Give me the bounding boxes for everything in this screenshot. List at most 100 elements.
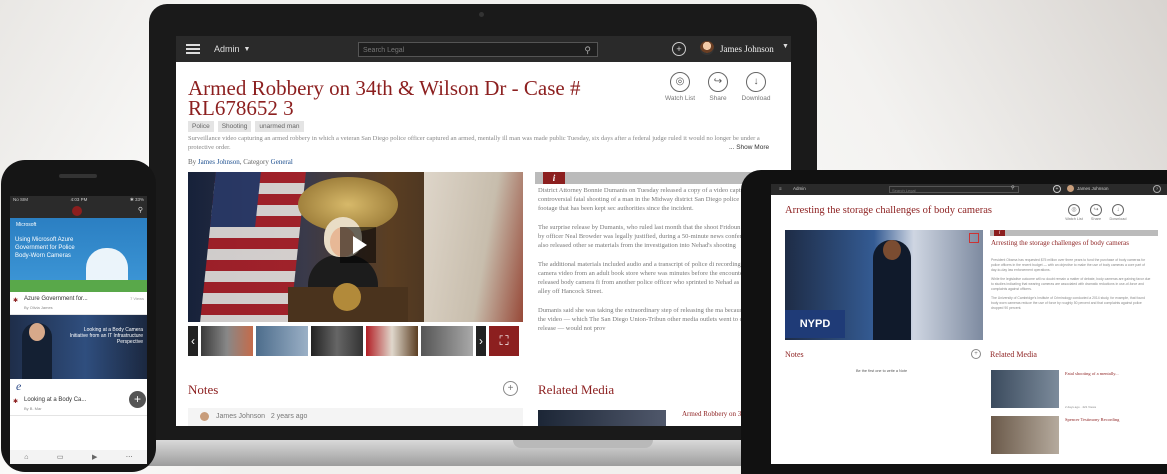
capitol-building bbox=[86, 248, 128, 282]
officer-figure bbox=[873, 240, 911, 340]
tag[interactable]: Police bbox=[188, 121, 214, 132]
thumbnail[interactable] bbox=[256, 326, 308, 356]
media-card[interactable]: Looking at a Body Camera Initiative from… bbox=[10, 315, 147, 379]
list-item[interactable]: ✱ Azure Government for... By Olivia Jame… bbox=[10, 292, 147, 315]
search-input[interactable]: Search Legal bbox=[889, 186, 1019, 193]
add-button[interactable]: + bbox=[129, 391, 146, 408]
byline-category-label: , Category bbox=[239, 158, 269, 166]
download-button[interactable]: ↓ Download bbox=[736, 72, 776, 102]
notes-heading: Notes bbox=[785, 350, 804, 359]
media-card[interactable]: Microsoft Using Microsoft Azure Governme… bbox=[10, 218, 147, 292]
related-meta: 2 days ago · 421 Views bbox=[1065, 405, 1097, 409]
item-title: Azure Government for... bbox=[24, 296, 88, 302]
list-item[interactable]: ✱ Looking at a Body Ca... By B. Mar bbox=[10, 393, 147, 416]
tag[interactable]: Shooting bbox=[217, 121, 252, 132]
related-title[interactable]: Fatal shooting of a mentally... bbox=[1065, 371, 1119, 376]
eye-icon: ◎ bbox=[670, 72, 690, 92]
caret-down-icon[interactable]: ▼ bbox=[244, 46, 251, 53]
next-arrow-icon[interactable]: › bbox=[476, 326, 486, 356]
watch-list-button[interactable]: ◎ Watch List bbox=[1063, 204, 1085, 221]
download-icon: ↓ bbox=[746, 72, 766, 92]
share-icon: ↪ bbox=[1090, 204, 1102, 216]
author-link[interactable]: James Johnson bbox=[198, 158, 240, 166]
related-media-heading: Related Media bbox=[990, 350, 1037, 359]
watch-list-label: Watch List bbox=[664, 95, 696, 102]
library-icon[interactable]: ▭ bbox=[57, 453, 64, 461]
thumbnail[interactable] bbox=[201, 326, 253, 356]
tab-bar: ⌂ ▭ ▶ ⋯ bbox=[10, 450, 147, 464]
card-caption: Using Microsoft Azure Government for Pol… bbox=[15, 237, 75, 259]
battery: ✱ 33% bbox=[129, 197, 144, 202]
user-caret-icon[interactable]: ▼ bbox=[782, 43, 789, 50]
related-thumbnail[interactable] bbox=[991, 370, 1059, 408]
share-button[interactable]: ↪ Share bbox=[698, 72, 738, 102]
byline: By James Johnson, Category General bbox=[188, 158, 293, 166]
top-nav-bar: Admin ▼ Search Legal ⚲ + James Johnson ▼ bbox=[176, 36, 791, 62]
add-note-icon[interactable]: + bbox=[503, 381, 518, 396]
thumbnail[interactable] bbox=[366, 326, 418, 356]
fullscreen-icon[interactable] bbox=[969, 233, 979, 243]
admin-menu[interactable]: Admin bbox=[793, 186, 806, 191]
related-thumbnail[interactable] bbox=[538, 410, 666, 426]
download-icon: ↓ bbox=[1112, 204, 1124, 216]
video-player[interactable] bbox=[188, 172, 523, 322]
notes-heading: Notes bbox=[188, 382, 219, 397]
thumbnail[interactable] bbox=[421, 326, 473, 356]
note-time: 2 years ago bbox=[270, 413, 308, 420]
podium bbox=[288, 283, 408, 322]
note-item: James Johnson 2 years ago bbox=[188, 408, 523, 426]
article-paragraph: The University of Cambridge's Institute … bbox=[991, 296, 1145, 310]
thumbnail[interactable] bbox=[311, 326, 363, 356]
hamburger-menu-icon[interactable]: ≡ bbox=[779, 186, 782, 191]
phone-frame: No SIM 4:03 PM ✱ 33% ⚲ Microsoft Using M… bbox=[1, 160, 156, 472]
brand-label: Microsoft bbox=[16, 222, 37, 228]
share-button[interactable]: ↪ Share bbox=[1085, 204, 1107, 221]
related-title[interactable]: Spencer Testimony Recording bbox=[1065, 417, 1119, 422]
add-icon[interactable]: + bbox=[672, 42, 686, 56]
more-icon[interactable]: ⋯ bbox=[126, 453, 133, 461]
watch-list-button[interactable]: ◎ Watch List bbox=[660, 72, 700, 102]
prev-arrow-icon[interactable]: ‹ bbox=[188, 326, 198, 356]
video-player[interactable]: NYPD bbox=[785, 230, 983, 340]
page-title: Armed Robbery on 34th & Wilson Dr - Case… bbox=[188, 76, 581, 120]
search-input[interactable]: Search Legal ⚲ bbox=[358, 42, 598, 57]
avatar[interactable] bbox=[700, 41, 714, 55]
share-icon: ↪ bbox=[708, 72, 728, 92]
byline-prefix: By bbox=[188, 158, 197, 166]
tablet-frame: ≡ Admin Search Legal ⚲ + James Johnson ?… bbox=[741, 170, 1167, 474]
note-author[interactable]: James Johnson bbox=[216, 413, 265, 420]
status-bar: No SIM 4:03 PM ✱ 33% bbox=[10, 196, 147, 204]
phone-screen: No SIM 4:03 PM ✱ 33% ⚲ Microsoft Using M… bbox=[10, 196, 147, 464]
related-title[interactable]: Armed Robbery on 34 bbox=[682, 410, 745, 418]
search-placeholder: Search Legal bbox=[363, 47, 405, 54]
california-flag bbox=[424, 172, 523, 322]
search-icon[interactable]: ⚲ bbox=[584, 43, 591, 58]
category-link[interactable]: General bbox=[271, 158, 293, 166]
home-icon[interactable]: ⌂ bbox=[24, 454, 28, 461]
tablet-screen: ≡ Admin Search Legal ⚲ + James Johnson ?… bbox=[771, 184, 1167, 464]
carrier: No SIM bbox=[13, 197, 29, 202]
video-icon[interactable]: ▶ bbox=[92, 453, 97, 461]
add-icon[interactable]: + bbox=[1053, 185, 1061, 193]
user-name[interactable]: James Johnson bbox=[1077, 186, 1109, 191]
related-thumbnail[interactable] bbox=[991, 416, 1059, 454]
user-name[interactable]: James Johnson bbox=[720, 44, 774, 54]
play-button-icon[interactable] bbox=[340, 227, 376, 263]
related-media-heading: Related Media bbox=[538, 382, 615, 397]
show-more-link[interactable]: ... Show More bbox=[729, 144, 769, 151]
add-note-icon[interactable]: + bbox=[971, 349, 981, 359]
avatar[interactable] bbox=[1067, 185, 1074, 192]
tag[interactable]: unarmed man bbox=[255, 121, 304, 132]
phone-nav: ⚲ bbox=[10, 204, 147, 218]
info-icon[interactable]: i bbox=[543, 172, 565, 184]
download-button[interactable]: ↓ Download bbox=[1107, 204, 1129, 221]
clock: 4:03 PM bbox=[70, 197, 88, 202]
admin-menu[interactable]: Admin bbox=[214, 44, 240, 54]
search-icon[interactable]: ⚲ bbox=[1011, 185, 1015, 191]
help-icon[interactable]: ? bbox=[1153, 185, 1161, 193]
article-body: President Obama has requested $75 millio… bbox=[991, 258, 1151, 340]
search-icon[interactable]: ⚲ bbox=[138, 206, 143, 214]
hamburger-menu-icon[interactable] bbox=[186, 42, 200, 56]
info-icon[interactable]: i bbox=[994, 230, 1005, 236]
fullscreen-icon[interactable]: ⛶ bbox=[489, 326, 519, 356]
